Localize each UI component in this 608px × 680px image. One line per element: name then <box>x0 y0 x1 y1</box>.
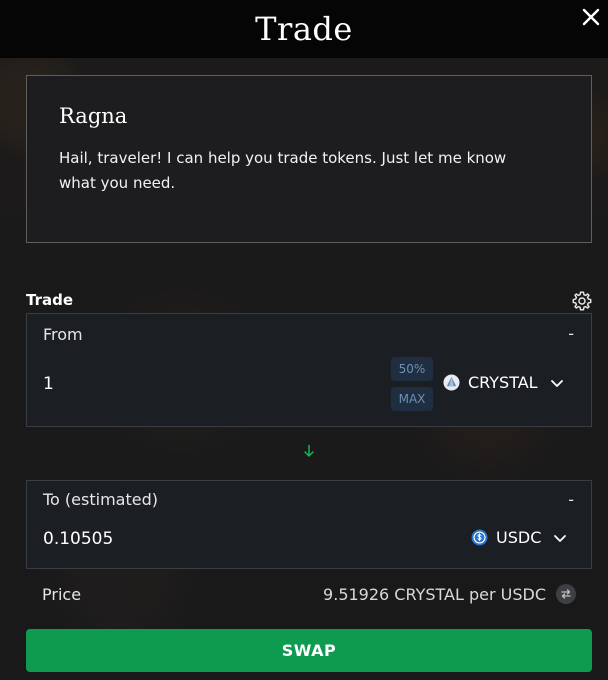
npc-dialog-box: Ragna Hail, traveler! I can help you tra… <box>26 75 592 243</box>
price-label: Price <box>42 585 82 604</box>
swap-arrows-icon <box>561 589 571 599</box>
arrow-down-icon <box>304 444 314 457</box>
from-balance-dash: - <box>568 324 574 343</box>
usdc-icon <box>471 529 488 546</box>
npc-name: Ragna <box>59 104 128 128</box>
swap-button[interactable]: SWAP <box>26 629 592 672</box>
to-token-select[interactable]: USDC <box>471 528 567 547</box>
price-value: 9.51926 CRYSTAL per USDC <box>323 585 546 604</box>
chevron-down-icon <box>550 379 563 387</box>
from-token-select[interactable]: CRYSTAL <box>443 373 564 392</box>
to-token-name: USDC <box>496 528 542 547</box>
crystal-icon <box>443 374 460 391</box>
from-amount-input[interactable] <box>43 370 373 398</box>
modal-title: Trade <box>255 10 353 48</box>
trade-section-title: Trade <box>26 291 74 309</box>
to-label: To (estimated) <box>43 490 158 509</box>
settings-button[interactable] <box>571 290 593 312</box>
from-panel: From - 50% MAX CRYSTAL <box>26 313 592 427</box>
to-balance-dash: - <box>568 490 574 509</box>
npc-message: Hail, traveler! I can help you trade tok… <box>59 149 507 192</box>
gear-icon <box>572 291 592 311</box>
chevron-down-icon <box>554 534 567 542</box>
max-button[interactable]: MAX <box>391 387 433 411</box>
modal-header: Trade <box>0 0 608 58</box>
to-amount-value: 0.10505 <box>43 529 114 549</box>
close-icon <box>582 8 600 26</box>
to-panel: To (estimated) - 0.10505 USDC <box>26 480 592 569</box>
from-label: From <box>43 325 83 344</box>
fifty-percent-button[interactable]: 50% <box>391 357 433 381</box>
price-invert-button[interactable] <box>556 584 576 604</box>
close-button[interactable] <box>578 4 604 30</box>
from-token-name: CRYSTAL <box>468 373 538 392</box>
